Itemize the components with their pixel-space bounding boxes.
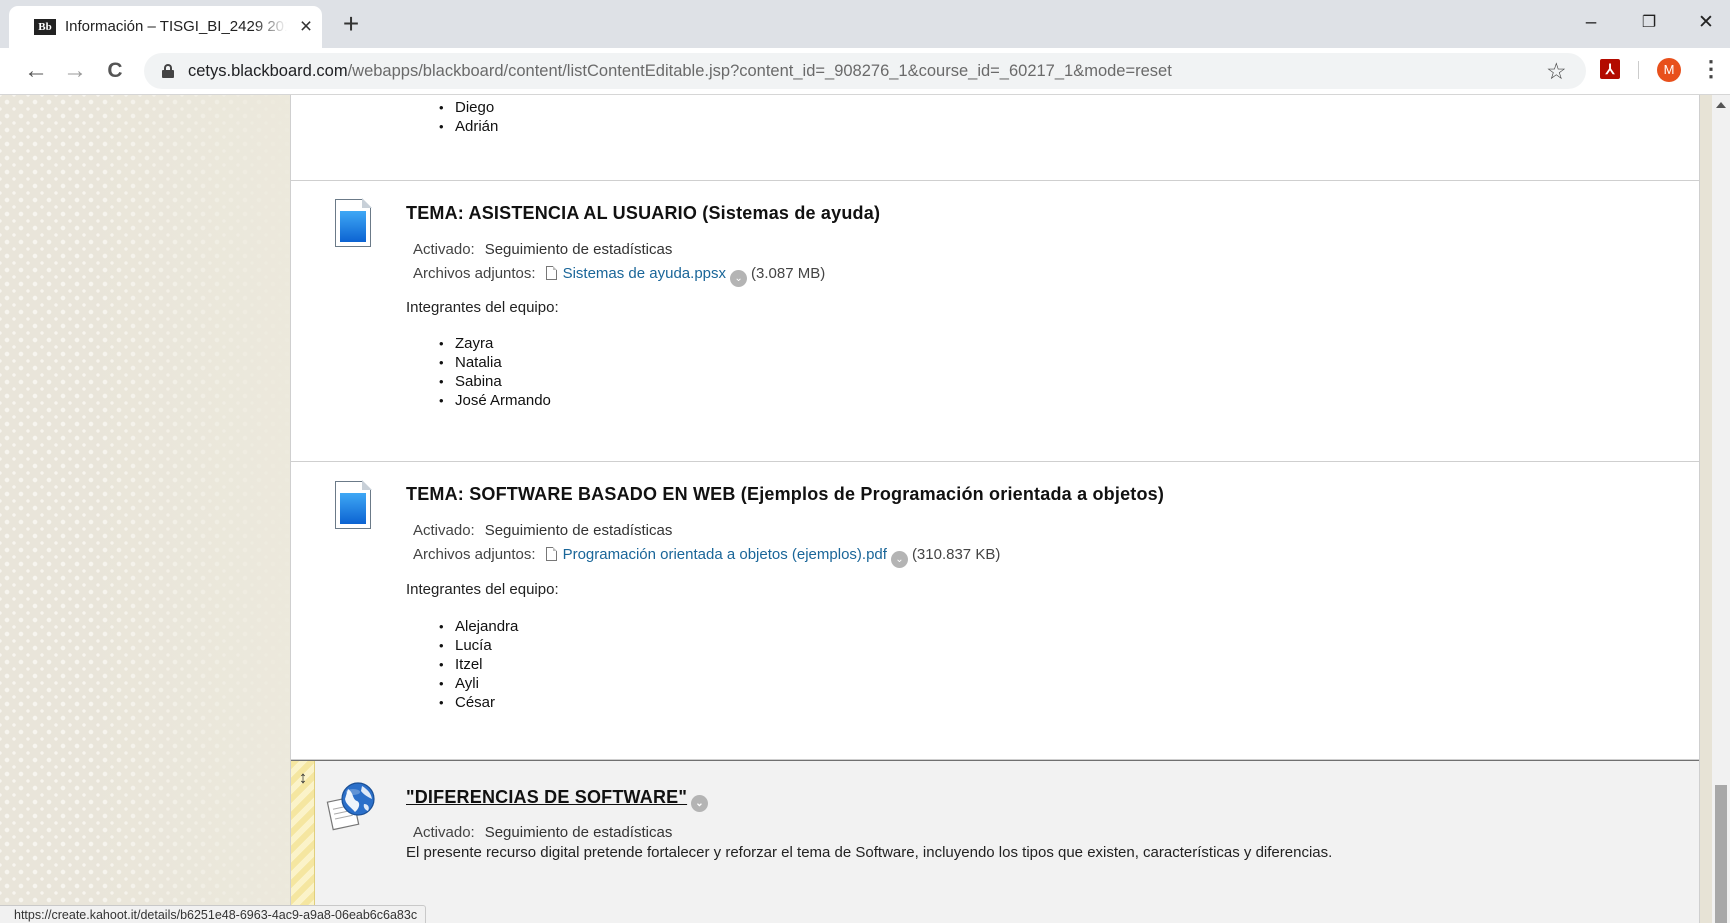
back-arrow-icon[interactable]: ← [21, 57, 51, 87]
content-item-asistencia: TEMA: ASISTENCIA AL USUARIO (Sistemas de… [291, 181, 1699, 462]
list-item: Zayra [439, 334, 551, 353]
tab-close-icon[interactable]: × [296, 16, 316, 37]
activated-row: Activado: Seguimiento de estadísticas [413, 521, 672, 541]
activated-label: Activado: [413, 241, 475, 258]
vertical-scrollbar[interactable] [1712, 95, 1730, 923]
team-member-list: Alejandra Lucía Itzel Ayli César [439, 617, 518, 712]
team-label: Integrantes del equipo: [406, 581, 559, 598]
list-item: Adrián [439, 117, 498, 136]
content-item-previous: Diego Adrián [291, 95, 1699, 181]
tab-title: Información – TISGI_BI_2429 2019-1 [65, 18, 287, 35]
scrollbar-thumb[interactable] [1715, 785, 1727, 923]
url-text: cetys.blackboard.com/webapps/blackboard/… [188, 62, 1172, 80]
team-member-list: Diego Adrián [439, 98, 498, 136]
browser-toolbar: ← → C cetys.blackboard.com/webapps/black… [0, 48, 1730, 95]
bookmark-star-icon[interactable]: ☆ [1546, 58, 1567, 84]
list-item: Sabina [439, 372, 551, 391]
activated-label: Activado: [413, 522, 475, 539]
reload-icon[interactable]: C [100, 57, 130, 87]
browser-menu-icon[interactable]: ⋮ [1700, 56, 1722, 84]
activated-label: Activado: [413, 824, 475, 841]
content-area: Diego Adrián TEMA: ASISTENCIA AL USUARIO… [290, 95, 1700, 923]
file-icon [545, 547, 557, 561]
list-item: César [439, 693, 518, 712]
attachment-size: (3.087 MB) [751, 265, 826, 282]
attachments-row: Archivos adjuntos: Sistemas de ayuda.ppsx… [413, 264, 825, 287]
activated-value: Seguimiento de estadísticas [484, 522, 673, 539]
profile-avatar[interactable]: M [1657, 58, 1681, 82]
new-tab-button[interactable]: + [338, 10, 364, 38]
activated-value: Seguimiento de estadísticas [484, 241, 673, 258]
attachments-label: Archivos adjuntos: [413, 546, 536, 563]
lock-icon[interactable] [162, 64, 174, 78]
content-item-diferencias: ↕ "DIFERENCIAS DE SOFTWARE" ⌄ Activado: Se… [291, 760, 1699, 923]
attachment-link[interactable]: Programación orientada a objetos (ejempl… [563, 546, 887, 563]
tab-strip: Bb Información – TISGI_BI_2429 2019-1 × … [0, 0, 1730, 48]
address-bar[interactable]: cetys.blackboard.com/webapps/blackboard/… [144, 53, 1586, 89]
attachments-label: Archivos adjuntos: [413, 265, 536, 282]
list-item: Ayli [439, 674, 518, 693]
chevron-down-icon[interactable]: ⌄ [691, 795, 709, 812]
attachment-size: (310.837 KB) [911, 546, 1001, 563]
chevron-down-icon[interactable]: ⌄ [890, 551, 908, 568]
drag-strip[interactable]: ↕ [291, 761, 315, 923]
list-item: Alejandra [439, 617, 518, 636]
status-bar-url: https://create.kahoot.it/details/b6251e4… [0, 905, 427, 923]
document-icon [335, 480, 372, 529]
blackboard-favicon-icon: Bb [34, 19, 56, 35]
item-description: El presente recurso digital pretende for… [406, 844, 1333, 861]
activated-value: Seguimiento de estadísticas [484, 824, 673, 841]
activated-row: Activado: Seguimiento de estadísticas [413, 823, 672, 843]
item-title[interactable]: TEMA: ASISTENCIA AL USUARIO (Sistemas de… [406, 202, 880, 224]
page-viewport: Diego Adrián TEMA: ASISTENCIA AL USUARIO… [0, 95, 1712, 923]
list-item: Lucía [439, 636, 518, 655]
team-member-list: Zayra Natalia Sabina José Armando [439, 334, 551, 410]
forward-arrow-icon[interactable]: → [60, 57, 90, 87]
document-icon [335, 198, 372, 247]
close-window-button[interactable]: ✕ [1686, 8, 1726, 38]
toolbar-divider [1638, 61, 1639, 79]
globe-link-icon [326, 782, 375, 831]
scroll-up-arrow-icon[interactable] [1716, 102, 1726, 108]
file-icon [545, 266, 557, 280]
list-item: Itzel [439, 655, 518, 674]
minimize-button[interactable]: – [1571, 8, 1611, 38]
chevron-down-icon[interactable]: ⌄ [730, 270, 748, 287]
activated-row: Activado: Seguimiento de estadísticas [413, 240, 672, 260]
restore-button[interactable]: ❐ [1629, 8, 1669, 38]
browser-tab[interactable]: Bb Información – TISGI_BI_2429 2019-1 × [9, 6, 322, 48]
pdf-extension-icon[interactable]: ⅄ [1600, 59, 1620, 79]
drag-handle-icon[interactable]: ↕ [294, 768, 312, 788]
item-title-link[interactable]: "DIFERENCIAS DE SOFTWARE" ⌄ [406, 786, 712, 812]
list-item: José Armando [439, 391, 551, 410]
attachments-row: Archivos adjuntos: Programación orientada… [413, 545, 1000, 568]
list-item: Diego [439, 98, 498, 117]
item-title[interactable]: TEMA: SOFTWARE BASADO EN WEB (Ejemplos d… [406, 483, 1164, 505]
list-item: Natalia [439, 353, 551, 372]
team-label: Integrantes del equipo: [406, 299, 559, 316]
content-item-software-web: TEMA: SOFTWARE BASADO EN WEB (Ejemplos d… [291, 462, 1699, 760]
attachment-link[interactable]: Sistemas de ayuda.ppsx [563, 265, 726, 282]
